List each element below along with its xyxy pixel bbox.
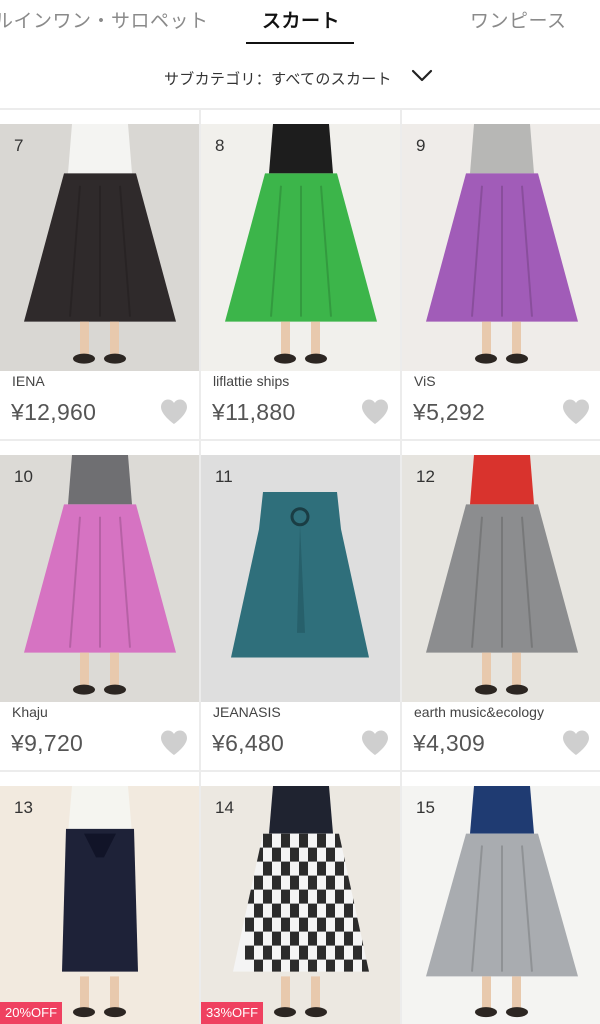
favorite-heart-icon[interactable]	[360, 729, 390, 757]
product-photo-illustration	[201, 786, 400, 1024]
tab-skirt[interactable]: スカート	[262, 6, 340, 33]
product-image[interactable]	[201, 786, 400, 1024]
product-photo-illustration	[402, 786, 600, 1024]
subcategory-label: サブカテゴリ：すべてのスカート	[164, 71, 392, 88]
tab-allinone-salopette[interactable]: ルインワン・サロペット	[0, 6, 209, 33]
product-photo-illustration	[201, 124, 400, 371]
product-card[interactable]: 15	[402, 772, 600, 1024]
product-image[interactable]	[402, 124, 600, 371]
product-photo-illustration	[402, 455, 600, 702]
brand-name: ViS	[414, 373, 436, 389]
favorite-heart-icon[interactable]	[360, 398, 390, 426]
product-image[interactable]	[201, 124, 400, 371]
product-price: ¥4,309	[413, 730, 486, 756]
rank-number: 8	[215, 136, 225, 155]
product-photo-illustration	[201, 455, 400, 702]
product-image[interactable]	[402, 786, 600, 1024]
product-image[interactable]	[402, 455, 600, 702]
product-card[interactable]: 10 Khaju ¥9,720	[0, 441, 199, 770]
product-card[interactable]: 11 JEANASIS ¥6,480	[201, 441, 400, 770]
rank-number: 7	[14, 136, 24, 155]
product-price: ¥9,720	[11, 730, 84, 756]
product-card[interactable]: 8 liflattie ships ¥11,880	[201, 110, 400, 439]
product-price: ¥6,480	[212, 730, 285, 756]
rank-number: 15	[416, 798, 435, 817]
favorite-heart-icon[interactable]	[159, 729, 189, 757]
product-image[interactable]	[0, 786, 199, 1024]
discount-badge: 33%OFF	[201, 1002, 264, 1024]
product-image[interactable]	[0, 455, 199, 702]
rank-number: 10	[14, 467, 33, 486]
product-grid: 7 IENA ¥12,960 8 liflattie ships ¥11,880 9 Vi…	[0, 110, 600, 1024]
brand-name: earth music&ecology	[414, 704, 544, 720]
favorite-heart-icon[interactable]	[561, 729, 591, 757]
product-price: ¥5,292	[413, 399, 486, 425]
product-photo-illustration	[402, 124, 600, 371]
rank-number: 13	[14, 798, 33, 817]
discount-badge: 20%OFF	[0, 1002, 63, 1024]
rank-number: 9	[416, 136, 426, 155]
brand-name: Khaju	[12, 704, 48, 720]
product-photo-illustration	[0, 455, 199, 702]
brand-name: IENA	[12, 373, 45, 389]
product-card[interactable]: 7 IENA ¥12,960	[0, 110, 199, 439]
favorite-heart-icon[interactable]	[159, 398, 189, 426]
rank-number: 12	[416, 467, 435, 486]
product-card[interactable]: 12 earth music&ecology ¥4,309	[402, 441, 600, 770]
chevron-down-icon	[411, 69, 433, 82]
category-tabs: ルインワン・サロペット スカート ワンピース	[0, 0, 600, 50]
brand-name: JEANASIS	[213, 704, 281, 720]
product-price: ¥11,880	[212, 399, 296, 425]
active-tab-indicator	[246, 42, 354, 44]
product-photo-illustration	[0, 124, 199, 371]
product-card[interactable]: 14 33%OFF	[201, 772, 400, 1024]
product-price: ¥12,960	[11, 399, 97, 425]
tab-onepiece[interactable]: ワンピース	[470, 6, 567, 33]
product-card[interactable]: 13 20%OFF	[0, 772, 199, 1024]
product-image[interactable]	[201, 455, 400, 702]
rank-number: 11	[215, 467, 233, 486]
brand-name: liflattie ships	[213, 373, 290, 389]
product-photo-illustration	[0, 786, 199, 1024]
favorite-heart-icon[interactable]	[561, 398, 591, 426]
rank-number: 14	[215, 798, 234, 817]
product-card[interactable]: 9 ViS ¥5,292	[402, 110, 600, 439]
subcategory-selector[interactable]: サブカテゴリ：すべてのスカート	[0, 50, 600, 108]
product-image[interactable]	[0, 124, 199, 371]
